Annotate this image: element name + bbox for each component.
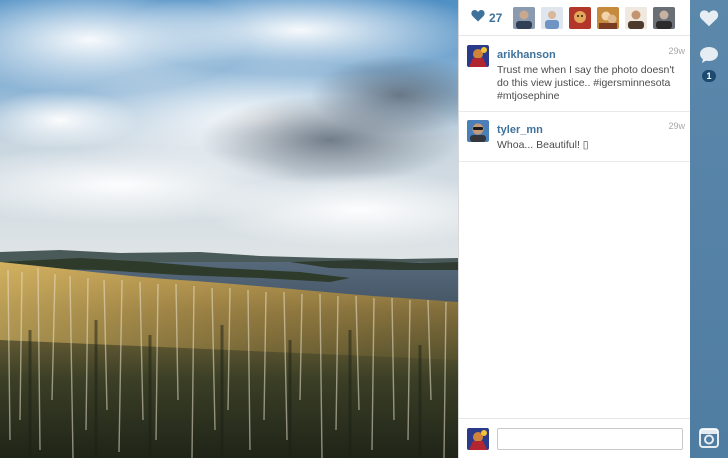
rail-comment-button[interactable] <box>690 46 728 64</box>
liker-list <box>513 6 681 29</box>
liker-avatar[interactable] <box>597 6 619 29</box>
liker-avatar[interactable] <box>569 6 591 29</box>
action-rail: 1 <box>690 0 728 458</box>
comment-text: Whoa... Beautiful! ▯ <box>497 139 589 151</box>
comment-timestamp: 29w <box>668 46 685 56</box>
liker-avatar[interactable] <box>513 6 535 29</box>
comments-panel: 27 arikhanson 29w Trust me when I say th… <box>458 0 691 458</box>
comment-count-badge: 1 <box>702 70 716 82</box>
avatar[interactable] <box>467 120 489 142</box>
heart-icon <box>699 9 719 27</box>
liker-avatar[interactable] <box>541 6 563 29</box>
like-button[interactable]: 27 <box>459 0 513 36</box>
comment-item: tyler_mn 29w Whoa... Beautiful! ▯ <box>459 112 691 162</box>
camera-icon <box>699 428 719 448</box>
comment-item: arikhanson 29w Trust me when I say the p… <box>459 37 691 112</box>
like-count[interactable]: 27 <box>489 11 502 25</box>
liker-avatar[interactable] <box>625 6 647 29</box>
comment-icon <box>699 46 719 64</box>
comment-composer <box>459 418 691 458</box>
comment-list: arikhanson 29w Trust me when I say the p… <box>459 37 691 162</box>
rail-like-button[interactable] <box>690 9 728 27</box>
current-user-avatar <box>467 427 489 450</box>
rail-camera-button[interactable] <box>690 428 728 448</box>
likes-bar: 27 <box>459 0 691 36</box>
comment-username[interactable]: arikhanson <box>497 49 556 62</box>
landscape-photo <box>0 0 458 458</box>
comment-username[interactable]: tyler_mn <box>497 124 543 137</box>
comment-input[interactable] <box>497 427 683 450</box>
avatar[interactable] <box>467 45 489 67</box>
heart-icon <box>471 9 485 27</box>
liker-avatar[interactable] <box>653 6 675 29</box>
comment-timestamp: 29w <box>668 121 685 131</box>
comment-text: Trust me when I say the photo doesn't do… <box>497 64 675 102</box>
photo[interactable] <box>0 0 458 458</box>
